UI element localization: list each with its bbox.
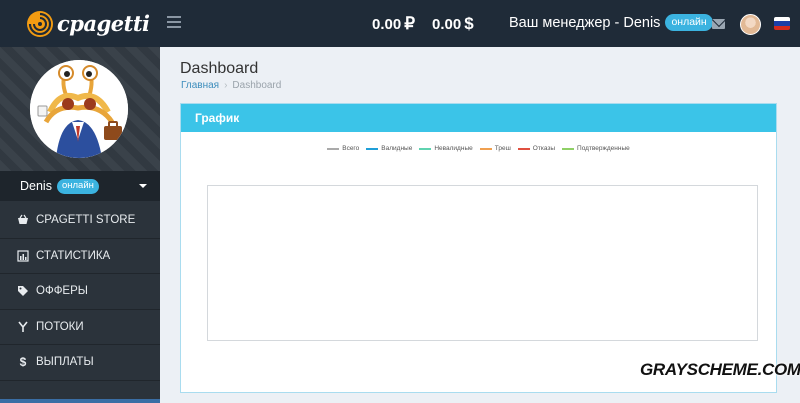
balance-rub: 0.00 ₽ (372, 14, 415, 34)
user-dropdown[interactable]: Denis онлайн (0, 171, 160, 201)
legend-label: Отказы (532, 145, 556, 152)
menu-icon[interactable] (167, 16, 181, 28)
legend-label: Валидные (381, 145, 413, 152)
legend-item[interactable]: Отказы (517, 145, 556, 152)
legend-line-swatch (366, 147, 379, 150)
legend-item[interactable]: Подтвержденные (562, 145, 630, 152)
ruble-icon: ₽ (404, 14, 416, 33)
logo-text: cpagetti (57, 11, 150, 36)
sidebar-item-label: CPAGETTI STORE (36, 214, 136, 227)
sidebar-item-store[interactable]: CPAGETTI STORE (0, 203, 160, 239)
sidebar-item-label: ВЫПЛАТЫ (36, 356, 94, 369)
manager-label: Ваш менеджер - Denis (509, 14, 661, 31)
user-avatar[interactable] (740, 14, 761, 35)
bar-chart-icon (17, 250, 29, 262)
legend-item[interactable]: Всего (327, 145, 359, 152)
top-header: cpagetti 0.00 ₽ 0.00 $ Ваш менеджер - Deni… (0, 0, 800, 47)
profile-avatar[interactable] (30, 60, 128, 158)
manager-status-badge: онлайн (665, 14, 713, 31)
manager-info: Ваш менеджер - Denis онлайн (509, 14, 713, 31)
caret-down-icon (139, 184, 147, 188)
profile-banner (0, 47, 160, 171)
legend-item[interactable]: Валидные (366, 145, 412, 152)
sidebar-item-offers[interactable]: ОФФЕРЫ (0, 274, 160, 310)
chart-legend: Всего Валидные Невалидные Треш Отказы Подтвер… (181, 145, 776, 152)
sidebar-menu: CPAGETTI STORE СТАТИСТИКА ОФФЕРЫ ПОТОКИ … (0, 201, 160, 381)
sidebar: Denis онлайн CPAGETTI STORE СТАТИСТИКА О… (0, 47, 160, 403)
main-content: Dashboard Главная › Dashboard График Всего… (160, 47, 800, 403)
legend-line-swatch (327, 147, 340, 150)
legend-line-swatch (517, 147, 530, 150)
legend-line-swatch (562, 147, 575, 150)
logo[interactable]: cpagetti (0, 0, 160, 47)
legend-line-swatch (419, 147, 432, 150)
legend-item[interactable]: Треш (479, 145, 511, 152)
balance-usd-value: 0.00 (432, 16, 462, 33)
legend-label: Невалидные (434, 145, 473, 152)
spaghetti-monster-avatar-icon (30, 60, 128, 158)
basket-icon (17, 214, 29, 226)
breadcrumb: Главная › Dashboard (181, 80, 281, 91)
balance-usd: 0.00 $ (432, 14, 474, 34)
dollar-icon: $ (19, 355, 27, 370)
chart-panel-title: График (195, 111, 240, 125)
mail-icon[interactable] (712, 19, 725, 29)
user-status-badge: онлайн (56, 178, 99, 194)
chart-panel-header: График (181, 104, 776, 132)
logo-swirl-icon (27, 10, 53, 37)
chart-panel: График Всего Валидные Невалидные Треш Отказы… (180, 103, 777, 393)
legend-label: Треш (494, 145, 511, 152)
legend-label: Всего (342, 145, 360, 152)
dollar-currency-icon: $ (464, 14, 474, 33)
legend-line-swatch (479, 147, 492, 150)
sidebar-item-label: СТАТИСТИКА (36, 249, 111, 262)
watermark: GRAYSCHEME.COM (640, 360, 800, 379)
flag-russia-icon[interactable] (774, 17, 790, 30)
breadcrumb-separator-icon: › (224, 80, 228, 91)
page-title: Dashboard (180, 60, 259, 77)
sidebar-item-label: ПОТОКИ (36, 320, 84, 333)
sidebar-item-label: ОФФЕРЫ (36, 285, 88, 298)
balance-rub-value: 0.00 (372, 16, 402, 33)
sidebar-bottom-edge (0, 399, 160, 403)
flow-icon (17, 321, 29, 333)
legend-label: Подтвержденные (577, 145, 630, 152)
tag-icon (17, 285, 29, 297)
user-name: Denis (20, 179, 52, 193)
breadcrumb-home-link[interactable]: Главная (181, 80, 219, 91)
breadcrumb-current: Dashboard (232, 80, 282, 91)
sidebar-item-payouts[interactable]: $ ВЫПЛАТЫ (0, 345, 160, 381)
chart-plot-area (207, 185, 758, 341)
sidebar-item-flows[interactable]: ПОТОКИ (0, 310, 160, 345)
sidebar-item-statistics[interactable]: СТАТИСТИКА (0, 239, 160, 274)
legend-item[interactable]: Невалидные (419, 145, 473, 152)
